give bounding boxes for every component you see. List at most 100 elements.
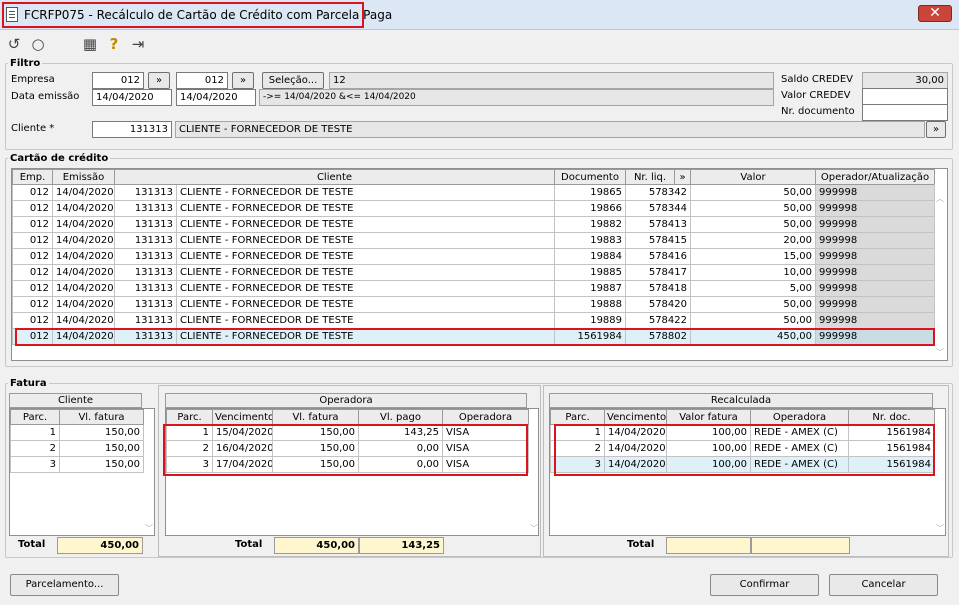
cancelar-button[interactable]: Cancelar xyxy=(829,574,938,596)
empty-cell xyxy=(358,504,443,521)
empty-cell xyxy=(10,488,60,505)
empty-cell xyxy=(442,520,529,535)
table-cell: 1 xyxy=(550,424,605,441)
table-row[interactable]: 1 15/04/2020 150,00 143,25 VISA xyxy=(166,424,529,441)
cartao-cell: 1561984 xyxy=(554,328,627,345)
cartao-row[interactable]: 012 14/04/2020 131313 CLIENTE - FORNECEDOR … xyxy=(12,248,936,265)
op-head-col: Operadora xyxy=(442,409,529,425)
rc-head-col: Operadora xyxy=(750,409,849,425)
scroll-down-icon[interactable]: ﹀ xyxy=(934,347,946,358)
cartao-cell: 50,00 xyxy=(690,296,817,313)
empty-cell xyxy=(10,472,60,489)
empty-cell xyxy=(848,520,935,535)
cartao-cell: 999998 xyxy=(815,232,936,249)
table-cell: 150,00 xyxy=(272,440,359,457)
valor-credev-input[interactable] xyxy=(862,88,948,105)
table-row[interactable]: 3 17/04/2020 150,00 0,00 VISA xyxy=(166,456,529,473)
empty-row xyxy=(10,488,144,505)
table-row[interactable]: 3 14/04/2020 100,00 REDE - AMEX (C) 1561984 xyxy=(550,456,935,473)
table-cell: 100,00 xyxy=(666,456,751,473)
refresh-icon[interactable]: ↺ xyxy=(4,34,24,54)
empty-cell xyxy=(848,472,935,489)
search-icon[interactable]: ○ xyxy=(28,34,48,54)
cartao-cell: 012 xyxy=(12,200,53,217)
empresa-to-input[interactable]: 012 xyxy=(176,72,228,89)
parcelamento-button[interactable]: Parcelamento... xyxy=(10,574,119,596)
cartao-row[interactable]: 012 14/04/2020 131313 CLIENTE - FORNECEDOR … xyxy=(12,296,936,313)
cartao-row[interactable]: 012 14/04/2020 131313 CLIENTE - FORNECEDOR … xyxy=(12,232,936,249)
data-from-input[interactable]: 14/04/2020 xyxy=(92,89,172,106)
scroll-down-icon[interactable]: ﹀ xyxy=(143,523,154,534)
scroll-up-icon[interactable]: ︿ xyxy=(934,193,946,204)
cliente-name-value: CLIENTE - FORNECEDOR DE TESTE xyxy=(175,121,925,138)
cartao-col-header: Documento xyxy=(554,169,627,185)
cartao-cell: 14/04/2020 xyxy=(52,184,115,201)
rc-head-col: Vencimento xyxy=(604,409,667,425)
empty-cell xyxy=(604,472,667,489)
selecao-button[interactable]: Seleção... xyxy=(262,72,324,89)
table-row[interactable]: 2 14/04/2020 100,00 REDE - AMEX (C) 1561984 xyxy=(550,440,935,457)
cartao-cell: 10,00 xyxy=(690,264,817,281)
operadora-total-fatura: 450,00 xyxy=(274,537,359,554)
cliente-code-input[interactable]: 131313 xyxy=(92,121,172,138)
exit-icon[interactable]: ⇥ xyxy=(128,34,148,54)
empty-cell xyxy=(604,504,667,521)
cartao-expand-button[interactable]: » xyxy=(674,169,692,185)
cartao-row[interactable]: 012 14/04/2020 131313 CLIENTE - FORNECEDOR … xyxy=(12,312,936,329)
cartao-cell: 19888 xyxy=(554,296,627,313)
nr-documento-input[interactable] xyxy=(862,104,948,121)
empresa-to-lookup-button[interactable]: » xyxy=(232,72,254,89)
recalculada-grid: Parc. Vencimento Valor fatura Operadora Nr. … xyxy=(549,408,946,536)
empty-cell xyxy=(212,472,273,489)
empty-row xyxy=(166,504,529,521)
table-row[interactable]: 3 150,00 xyxy=(10,456,144,473)
table-cell: 3 xyxy=(166,456,213,473)
cartao-row[interactable]: 012 14/04/2020 131313 CLIENTE - FORNECEDOR … xyxy=(12,264,936,281)
table-cell: 1 xyxy=(166,424,213,441)
cartao-row[interactable]: 012 14/04/2020 131313 CLIENTE - FORNECEDOR … xyxy=(12,216,936,233)
calendar-icon[interactable]: ▦ xyxy=(80,34,100,54)
empresa-from-lookup-button[interactable]: » xyxy=(148,72,170,89)
table-cell: 14/04/2020 xyxy=(604,440,667,457)
confirmar-button[interactable]: Confirmar xyxy=(710,574,819,596)
table-row[interactable]: 1 14/04/2020 100,00 REDE - AMEX (C) 1561984 xyxy=(550,424,935,441)
cartao-row[interactable]: 012 14/04/2020 131313 CLIENTE - FORNECEDOR … xyxy=(12,328,936,345)
filtro-legend: Filtro xyxy=(10,58,41,69)
table-cell: REDE - AMEX (C) xyxy=(750,424,849,441)
table-cell: 1 xyxy=(10,424,60,441)
empty-cell xyxy=(358,472,443,489)
cliente-lookup-button[interactable]: » xyxy=(926,121,946,138)
cartao-cell: CLIENTE - FORNECEDOR DE TESTE xyxy=(175,296,556,313)
cartao-row[interactable]: 012 14/04/2020 131313 CLIENTE - FORNECEDOR … xyxy=(12,184,936,201)
cartao-cell: 131313 xyxy=(114,312,177,329)
cartao-row[interactable]: 012 14/04/2020 131313 CLIENTE - FORNECEDOR … xyxy=(12,200,936,217)
table-cell: 2 xyxy=(550,440,605,457)
table-row[interactable]: 2 150,00 xyxy=(10,440,144,457)
scroll-down-icon[interactable]: ﹀ xyxy=(528,523,538,534)
table-row[interactable]: 2 16/04/2020 150,00 0,00 VISA xyxy=(166,440,529,457)
empty-row xyxy=(166,472,529,489)
empty-cell xyxy=(666,472,751,489)
scroll-down-icon[interactable]: ﹀ xyxy=(934,523,945,534)
empty-row xyxy=(550,504,935,521)
help-icon[interactable]: ? xyxy=(104,34,124,54)
cartao-row[interactable]: 012 14/04/2020 131313 CLIENTE - FORNECEDOR … xyxy=(12,280,936,297)
data-to-input[interactable]: 14/04/2020 xyxy=(176,89,256,106)
table-row[interactable]: 1 150,00 xyxy=(10,424,144,441)
cartao-cell: 999998 xyxy=(815,216,936,233)
empty-row xyxy=(10,520,144,535)
rc-head-col: Parc. xyxy=(550,409,605,425)
cartao-cell: 999998 xyxy=(815,312,936,329)
table-cell: 150,00 xyxy=(272,456,359,473)
cartao-cell: CLIENTE - FORNECEDOR DE TESTE xyxy=(175,328,556,345)
cartao-cell: 999998 xyxy=(815,280,936,297)
data-emissao-label: Data emissão xyxy=(11,91,80,102)
cartao-cell: CLIENTE - FORNECEDOR DE TESTE xyxy=(175,248,556,265)
toolbar: ↺ ○ ▦ ? ⇥ xyxy=(0,31,959,57)
cartao-cell: 012 xyxy=(12,184,53,201)
empresa-from-input[interactable]: 012 xyxy=(92,72,144,89)
empty-cell xyxy=(666,520,751,535)
close-button[interactable]: ✕ xyxy=(918,5,952,22)
table-cell: 2 xyxy=(10,440,60,457)
empty-cell xyxy=(166,520,213,535)
